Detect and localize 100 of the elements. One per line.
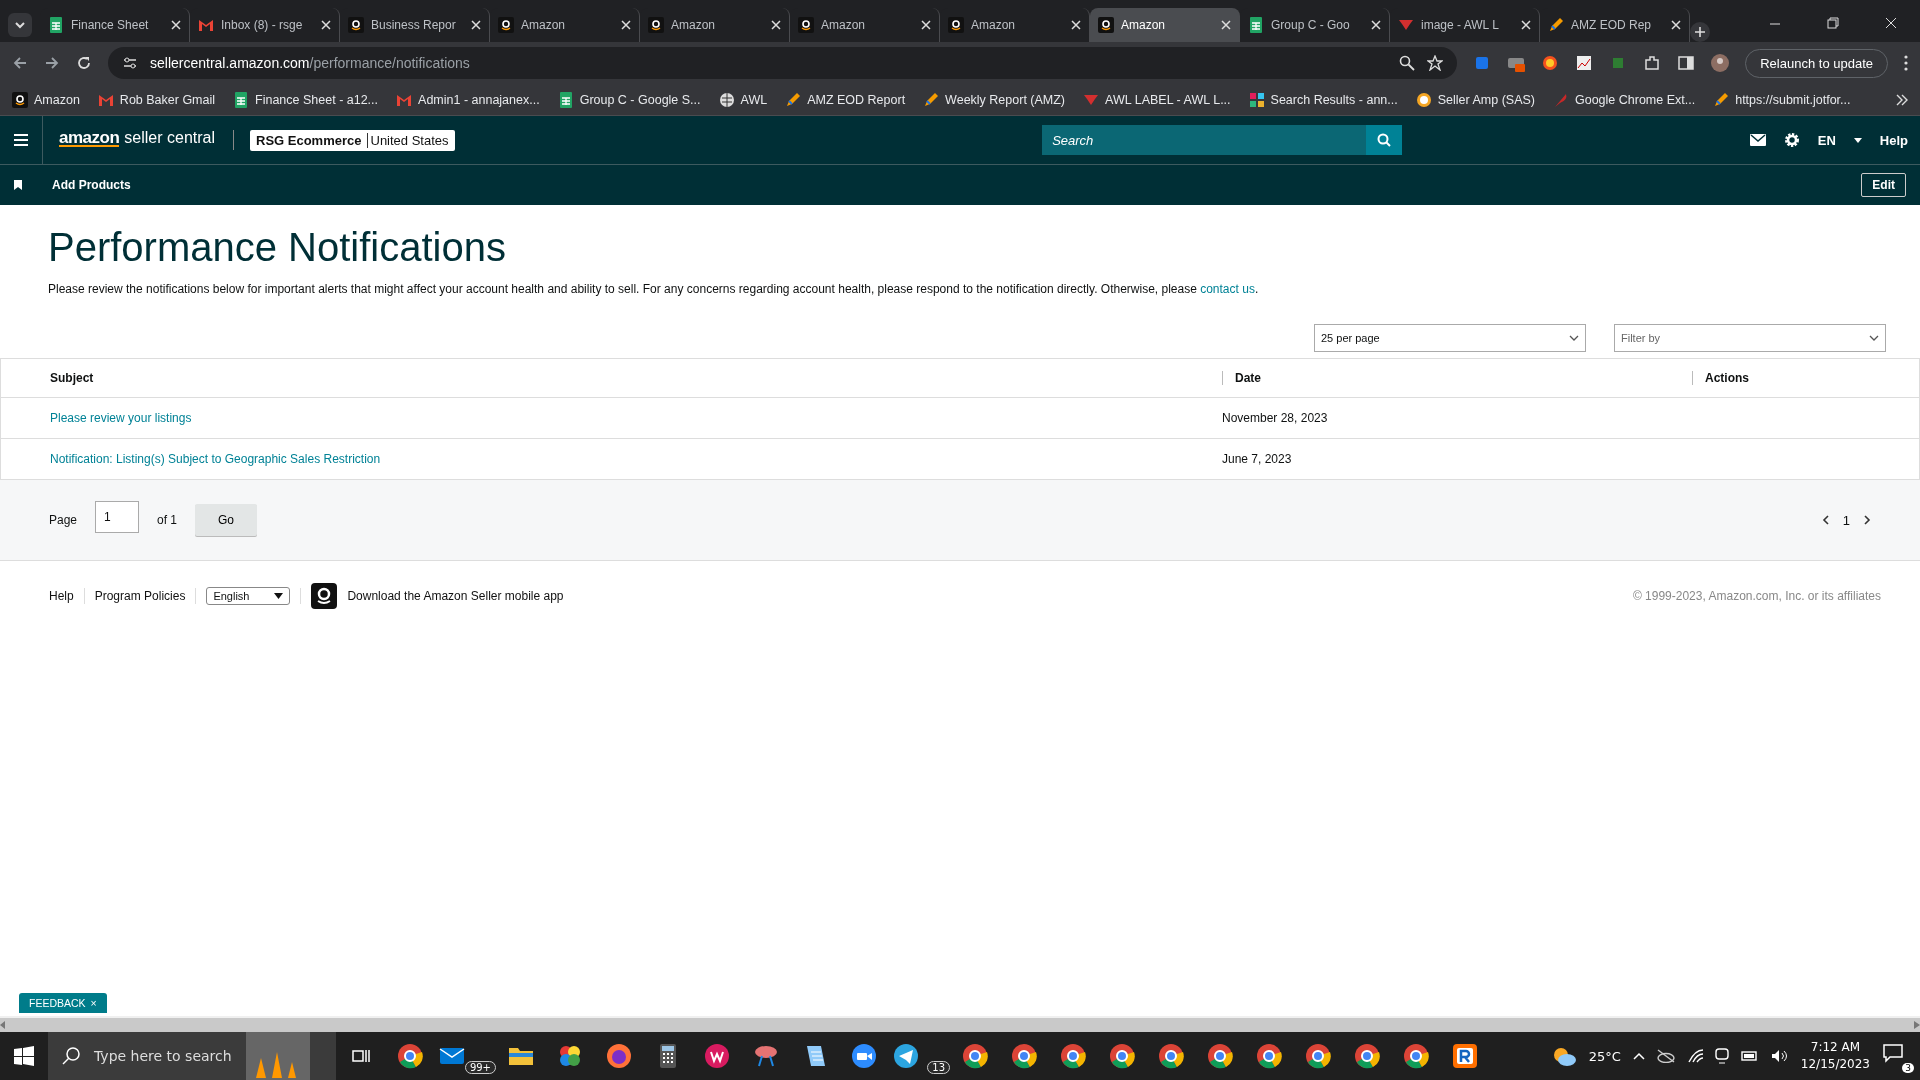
bookmark[interactable]: Weekly Report (AMZ)	[923, 91, 1066, 108]
policies-link[interactable]: Program Policies	[94, 589, 186, 603]
edit-button[interactable]: Edit	[1861, 173, 1906, 197]
account-switcher[interactable]: RSG Ecommerce United States	[250, 129, 455, 151]
bookmark-star-icon[interactable]	[1427, 55, 1444, 71]
notification-link[interactable]: Notification: Listing(s) Subject to Geographic Sales Restriction	[50, 452, 381, 466]
caret-icon[interactable]	[1853, 137, 1862, 143]
chevron-up-icon[interactable]	[1632, 1052, 1645, 1060]
page-label: Page	[49, 513, 78, 527]
column-header: Subject	[50, 371, 94, 385]
page-input[interactable]: 1	[95, 501, 140, 533]
chart-icon[interactable]	[1575, 54, 1594, 72]
close-icon[interactable]	[1884, 16, 1898, 30]
bookmark[interactable]: AMZ EOD Report	[785, 91, 906, 108]
side-panel-icon[interactable]	[1677, 54, 1696, 72]
more-icon[interactable]	[1904, 55, 1908, 71]
bookmark[interactable]: Google Chrome Ext...	[1553, 91, 1696, 108]
contact-link[interactable]: contact us	[1200, 282, 1255, 296]
close-icon[interactable]	[921, 20, 931, 30]
close-icon[interactable]	[771, 20, 781, 30]
next-icon[interactable]	[1864, 515, 1871, 525]
bookmark[interactable]: AWL	[718, 91, 768, 108]
bookmark[interactable]: AWL LABEL - AWL L...	[1083, 91, 1231, 108]
new-tab-icon[interactable]	[1690, 22, 1710, 42]
bookmark[interactable]: Rob Baker Gmail	[97, 91, 216, 108]
relaunch-button[interactable]: Relaunch to update	[1745, 48, 1888, 78]
bookmark[interactable]: Seller Amp (SAS)	[1415, 91, 1535, 108]
language-dropdown[interactable]: English	[206, 587, 291, 605]
temperature: 25°C	[1588, 1048, 1621, 1064]
close-icon[interactable]	[1371, 20, 1381, 30]
filter-dropdown[interactable]: Filter by	[1614, 324, 1886, 352]
taskbar-search-field[interactable]: Type here to search	[48, 1032, 336, 1080]
bookmark-icon[interactable]	[14, 180, 22, 190]
bookmark[interactable]: Group C - Google S...	[557, 91, 701, 108]
scroll-left-icon[interactable]	[0, 1021, 6, 1029]
feedback-button[interactable]: FEEDBACK ×	[19, 993, 107, 1013]
mail-icon[interactable]	[1749, 134, 1766, 146]
notification-icon	[1882, 1042, 1904, 1064]
seller-central-logo[interactable]: amazon seller central	[43, 130, 234, 150]
chevron-icon[interactable]	[1896, 93, 1908, 106]
circle-icon[interactable]	[1541, 54, 1560, 72]
bookmark[interactable]: https://submit.jotfor...	[1713, 91, 1851, 108]
search-icon	[1377, 133, 1392, 147]
close-icon[interactable]	[621, 20, 631, 30]
close-icon[interactable]	[1671, 20, 1681, 30]
page-description: Please review the notifications below for important alerts that might affect your account health and ability to sell. For any concerns regarding account health, please respond to the notification directly. Otherwise, please contact us.	[48, 282, 1260, 296]
menu-icon[interactable]	[13, 133, 29, 147]
circle-icon	[1415, 91, 1432, 108]
windows-start-icon[interactable]	[14, 1046, 34, 1066]
close-icon[interactable]	[1221, 20, 1231, 30]
address-bar[interactable]: sellercentral.amazon.com/performance/notifications	[108, 47, 1458, 79]
nav-link[interactable]: Add Products	[52, 178, 131, 192]
battery-icon[interactable]	[1740, 1050, 1759, 1062]
notification-link[interactable]: Please review your listings	[50, 411, 192, 425]
bookmark[interactable]: Amazon	[12, 91, 80, 108]
sheet-icon	[48, 17, 64, 33]
speaker-icon[interactable]	[1770, 1049, 1789, 1063]
chevron-icon	[1869, 335, 1879, 341]
bookmark[interactable]: Search Results - ann...	[1248, 91, 1398, 108]
settings-icon[interactable]	[1783, 132, 1800, 148]
forward-icon[interactable]	[44, 55, 60, 71]
language-menu[interactable]: EN	[1817, 132, 1836, 148]
close-icon[interactable]	[171, 20, 181, 30]
close-icon[interactable]	[321, 20, 331, 30]
task-view-icon[interactable]	[351, 1047, 370, 1065]
badge: 99+	[464, 1061, 496, 1074]
close-icon[interactable]	[1071, 20, 1081, 30]
browser-tab[interactable]: Amazon	[1090, 8, 1240, 42]
grid-icon	[1248, 91, 1265, 108]
clock[interactable]: 7:12 AM 12/15/2023	[1800, 1039, 1870, 1073]
page-count: of 1	[157, 513, 178, 527]
copyright: © 1999-2023, Amazon.com, Inc. or its affiliates	[1632, 589, 1881, 603]
column-header: Date	[1222, 371, 1261, 385]
pencil-icon	[923, 91, 940, 108]
mail-icon	[198, 17, 214, 33]
bookmark[interactable]: Finance Sheet - a12...	[233, 91, 379, 108]
pencil-icon	[1548, 17, 1564, 33]
avatar-icon[interactable]	[1711, 54, 1730, 72]
per-page-dropdown[interactable]: 25 per page	[1314, 324, 1586, 352]
close-icon[interactable]	[1521, 20, 1531, 30]
horizontal-scrollbar[interactable]	[0, 1016, 1920, 1032]
help-link[interactable]: Help	[49, 589, 74, 603]
table-cell: November 28, 2023	[1210, 397, 1680, 439]
scroll-right-icon[interactable]	[1914, 1021, 1920, 1029]
search-icon	[62, 1047, 80, 1065]
back-icon[interactable]	[12, 55, 28, 71]
reload-icon[interactable]	[76, 55, 92, 71]
cloud-icon[interactable]	[1656, 1049, 1675, 1063]
sheet-icon	[557, 91, 574, 108]
help-link[interactable]: Help	[1879, 132, 1908, 148]
close-icon[interactable]	[471, 20, 481, 30]
go-button[interactable]: Go	[195, 504, 258, 536]
app-download-link[interactable]: Download the Amazon Seller mobile app	[347, 589, 564, 603]
tab-search-icon[interactable]	[14, 19, 26, 31]
wifi-icon[interactable]	[1686, 1049, 1703, 1063]
page-number[interactable]: 1	[1842, 512, 1850, 528]
bookmark[interactable]: Admin1 - annajanex...	[396, 91, 540, 108]
restore-icon[interactable]	[1826, 16, 1840, 30]
search-button[interactable]	[1366, 125, 1403, 155]
previous-icon[interactable]	[1821, 515, 1829, 525]
